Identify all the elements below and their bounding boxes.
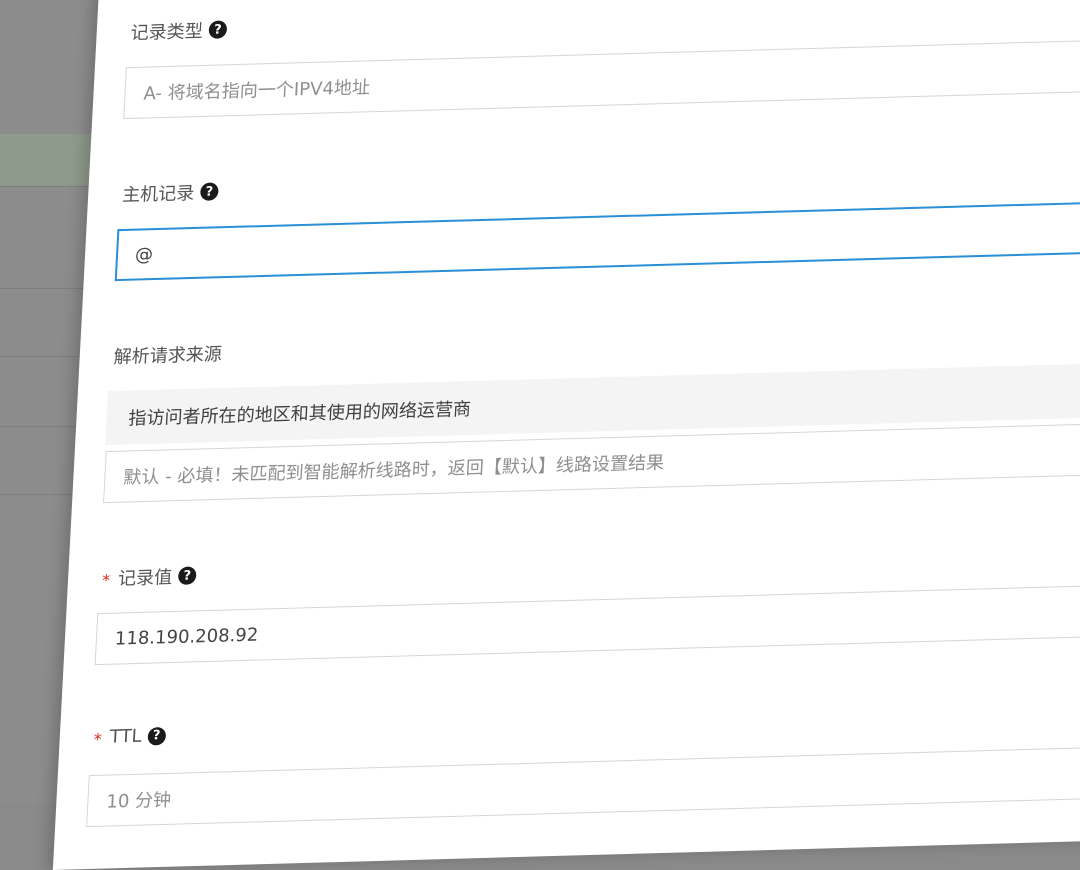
ttl-select[interactable]: 10 分钟 (86, 747, 1080, 828)
record-value-input[interactable]: 118.190.208.92 (94, 585, 1080, 666)
help-icon[interactable]: ? (199, 182, 219, 201)
ttl-label: * TTL ? (93, 725, 167, 750)
required-marker: * (93, 729, 103, 750)
dns-record-panel: 记录类型 ? A- 将域名指向一个IPV4地址 主机记录 ? @ 解析请求来源 … (52, 0, 1080, 870)
host-record-label: 主机记录 ? (122, 178, 220, 207)
record-value-label: * 记录值 ? (101, 562, 197, 591)
help-icon[interactable]: ? (208, 20, 228, 39)
host-record-input[interactable]: @ (114, 201, 1080, 282)
resolve-source-label: 解析请求来源 (113, 344, 223, 369)
help-icon[interactable]: ? (147, 726, 167, 746)
help-icon[interactable]: ? (177, 566, 197, 585)
record-type-select[interactable]: A- 将域名指向一个IPV4地址 (123, 39, 1080, 120)
record-type-label: 记录类型 ? (130, 16, 228, 45)
required-marker: * (101, 570, 111, 590)
